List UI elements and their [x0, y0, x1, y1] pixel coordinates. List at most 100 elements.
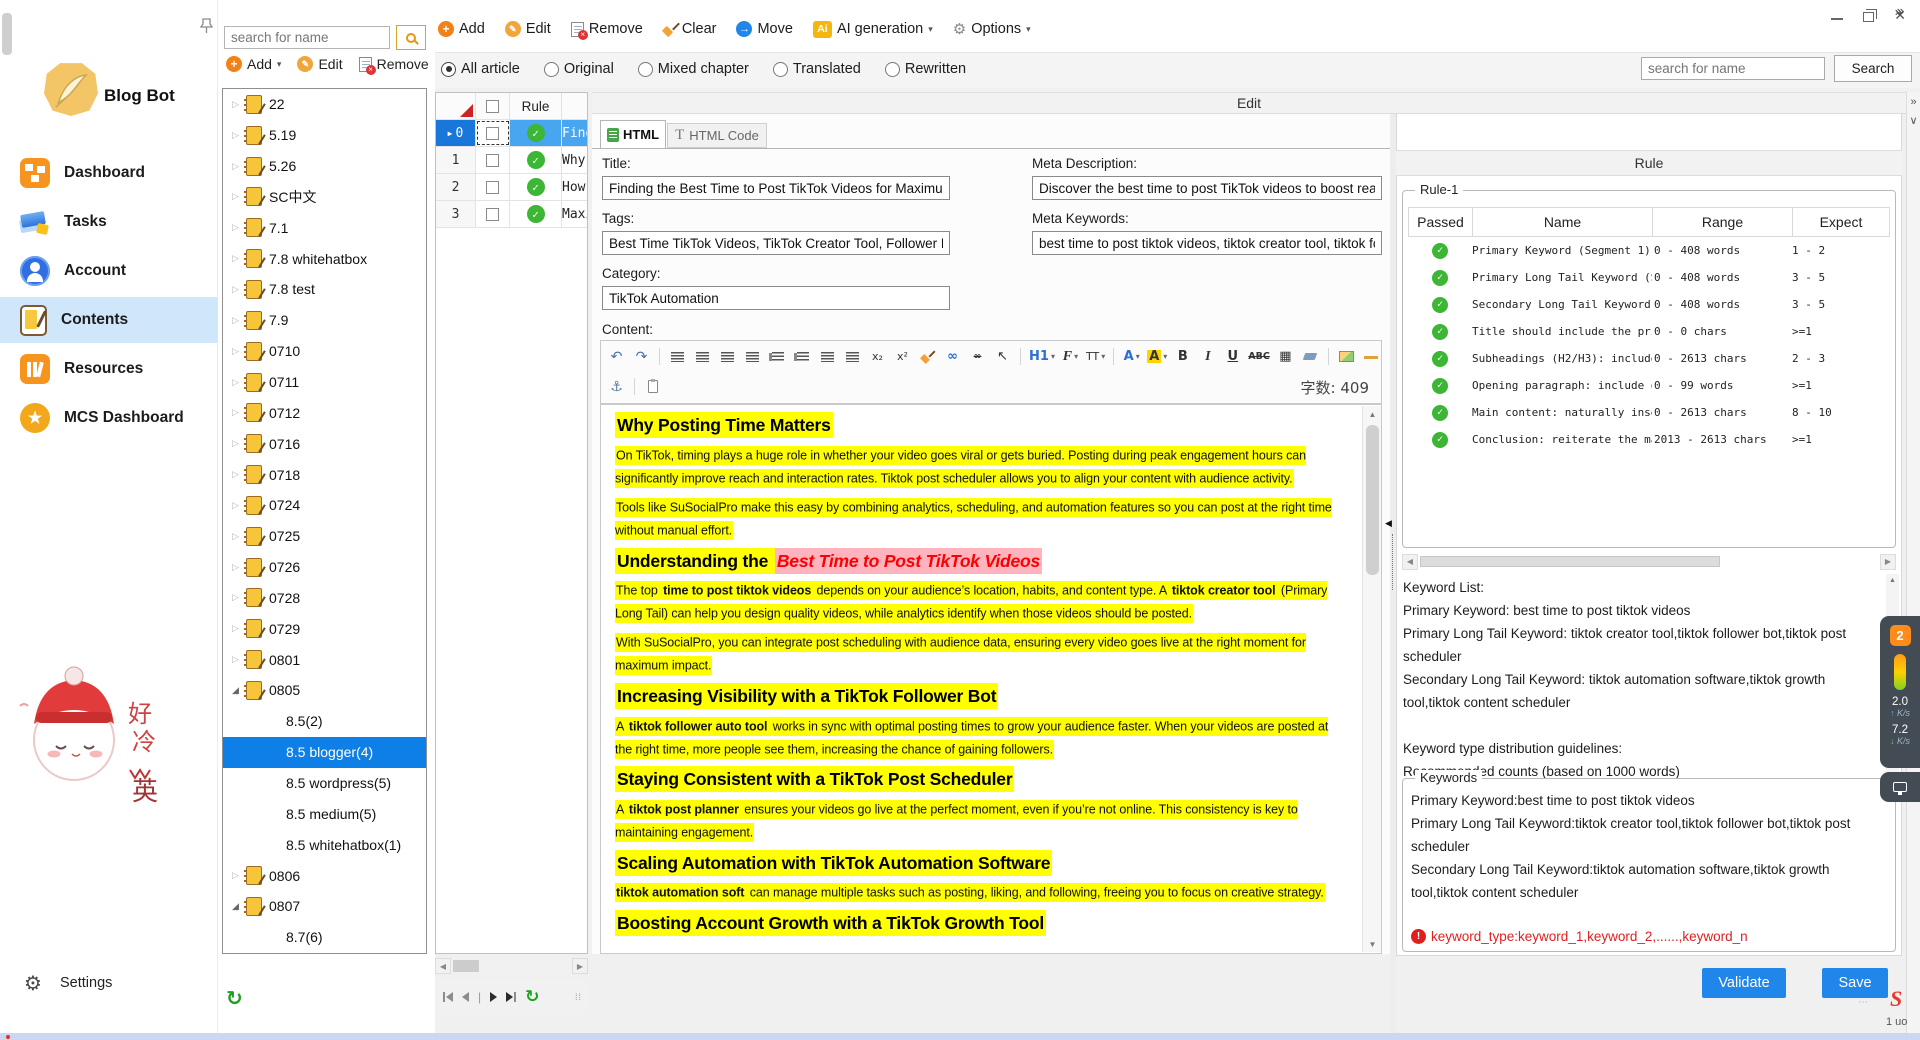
collapse-icon[interactable]: » — [1907, 96, 1920, 108]
options-button[interactable]: ⚙ Options ▾ — [953, 20, 1031, 38]
clear-button[interactable]: Clear — [663, 21, 717, 37]
content-editor[interactable]: Why Posting Time MattersOn TikTok, timin… — [600, 404, 1382, 954]
sidebar-item-tasks[interactable]: Tasks — [0, 199, 218, 245]
expander-icon[interactable]: ▷ — [229, 562, 242, 573]
font-color-button[interactable]: A▾ — [1120, 345, 1143, 368]
sidebar-item-settings[interactable]: ⚙ Settings — [0, 960, 218, 1006]
numbered-list-button[interactable] — [766, 345, 789, 368]
scrollbar-thumb[interactable] — [1366, 425, 1379, 575]
scrollbar-thumb[interactable] — [453, 960, 479, 972]
highlight-color-button[interactable]: A▾ — [1145, 345, 1169, 368]
ai-generation-button[interactable]: Ai AI generation ▾ — [813, 21, 933, 38]
minimize-icon[interactable] — [1831, 18, 1843, 20]
content-scrollbar[interactable]: ▲ ▼ — [1362, 406, 1381, 952]
font-family-button[interactable]: F▾ — [1059, 345, 1082, 368]
clean-format-button[interactable] — [916, 345, 939, 368]
scroll-left-icon[interactable]: ◀ — [435, 958, 451, 974]
select-all-cell[interactable] — [476, 93, 510, 119]
meta-description-input[interactable] — [1032, 176, 1382, 200]
remove-article-button[interactable]: Remove — [571, 21, 643, 37]
undo-button[interactable]: ↶ — [605, 345, 628, 368]
scroll-up-icon[interactable]: ▲ — [1886, 574, 1899, 586]
select-cursor-button[interactable]: ↖ — [991, 345, 1014, 368]
remove-link-button[interactable]: ∞ — [966, 345, 989, 368]
sidebar-item-resources[interactable]: Resources — [0, 346, 218, 392]
rule-row[interactable]: ✓Main content: naturally inser...0 - 261… — [1408, 399, 1890, 426]
checkbox-icon[interactable] — [486, 100, 499, 113]
expander-icon[interactable]: ▷ — [229, 592, 242, 603]
align-left-button[interactable] — [666, 345, 689, 368]
article-search-input[interactable] — [1641, 57, 1825, 80]
align-justify-button[interactable] — [741, 345, 764, 368]
tree-item[interactable]: ▷5.26 — [223, 151, 426, 182]
rule-row[interactable]: ✓Primary Long Tail Keyword (Se...0 - 408… — [1408, 264, 1890, 291]
net-widget-monitor[interactable] — [1880, 772, 1920, 802]
tree-item[interactable]: ▷7.1 — [223, 212, 426, 243]
tree-item[interactable]: ▷0806 — [223, 860, 426, 891]
expander-icon[interactable]: ▷ — [229, 500, 242, 511]
row-checkbox-cell[interactable] — [476, 120, 510, 146]
expander-icon[interactable]: ◢ — [229, 901, 242, 912]
filter-radio-translated[interactable]: Translated — [773, 61, 861, 77]
refresh-icon[interactable]: ↻ — [525, 987, 539, 1007]
row-checkbox-cell[interactable] — [476, 147, 510, 173]
expander-icon[interactable]: ▷ — [229, 222, 242, 233]
last-page-button[interactable] — [506, 992, 516, 1002]
insert-image-button[interactable] — [1335, 345, 1358, 368]
expander-icon[interactable]: ▷ — [229, 377, 242, 388]
save-button[interactable]: Save — [1822, 968, 1888, 998]
tree-item[interactable]: 8.5 medium(5) — [223, 798, 426, 829]
bullet-list-button[interactable] — [791, 345, 814, 368]
expander-icon[interactable]: ▷ — [229, 191, 242, 202]
anchor-button[interactable]: ⚓ — [605, 375, 628, 398]
rule-row[interactable]: ✓Opening paragraph: include on...0 - 99 … — [1408, 372, 1890, 399]
net-speed-widget[interactable]: 2 2.0 ↑ K/s 7.2 ↓ K/s — [1880, 616, 1920, 768]
scrollbar-thumb[interactable] — [2, 13, 12, 55]
align-right-button[interactable] — [716, 345, 739, 368]
tree-item[interactable]: ◢0805 — [223, 675, 426, 706]
sidebar-item-dashboard[interactable]: Dashboard — [0, 150, 218, 196]
tree-item[interactable]: ▷5.19 — [223, 120, 426, 151]
tab-html[interactable]: HTML — [600, 120, 666, 148]
filter-radio-all-article[interactable]: All article — [441, 61, 520, 77]
tree-item[interactable]: ▷0728 — [223, 583, 426, 614]
article-row[interactable]: 2✓How — [436, 174, 587, 201]
paste-button[interactable] — [641, 375, 664, 398]
expander-icon[interactable]: ▷ — [229, 623, 242, 634]
tree-item[interactable]: ▷7.9 — [223, 305, 426, 336]
font-size-button[interactable]: TT▾ — [1084, 345, 1107, 368]
insert-link-button[interactable]: ∞ — [941, 345, 964, 368]
first-page-button[interactable] — [443, 992, 453, 1002]
checkbox-icon[interactable] — [486, 181, 499, 194]
scroll-down-icon[interactable]: ▼ — [1363, 936, 1382, 952]
expander-icon[interactable]: ◢ — [229, 685, 242, 696]
row-checkbox-cell[interactable] — [476, 201, 510, 227]
splitter-grip[interactable] — [1392, 534, 1393, 590]
tree-item[interactable]: ◢0807 — [223, 891, 426, 922]
sidebar-item-account[interactable]: Account — [0, 248, 218, 294]
tree-search-input[interactable] — [224, 26, 390, 49]
rule-row[interactable]: ✓Primary Keyword (Segment 1): ...0 - 408… — [1408, 237, 1890, 264]
title-input[interactable] — [602, 176, 950, 200]
bold-button[interactable]: B — [1171, 345, 1194, 368]
strikethrough-button[interactable]: ABC — [1246, 345, 1272, 368]
move-button[interactable]: → Move — [736, 21, 792, 37]
expander-icon[interactable]: ▷ — [229, 438, 242, 449]
checkbox-icon[interactable] — [486, 127, 499, 140]
rule-collapse-icon[interactable]: » — [1895, 4, 1902, 19]
redo-button[interactable]: ↷ — [630, 345, 653, 368]
tree-item[interactable]: ▷7.8 whitehatbox — [223, 243, 426, 274]
rule-row[interactable]: ✓Subheadings (H2/H3): include ...0 - 261… — [1408, 345, 1890, 372]
expander-icon[interactable]: ▷ — [229, 346, 242, 357]
expander-icon[interactable]: ▷ — [229, 469, 242, 480]
scrollbar-thumb[interactable] — [1420, 556, 1720, 567]
article-row[interactable]: 3✓Maxi — [436, 201, 587, 228]
insert-hr-button[interactable] — [1360, 345, 1383, 368]
expander-icon[interactable]: ▷ — [229, 870, 242, 881]
tab-html-code[interactable]: T HTML Code — [667, 123, 767, 148]
tree-remove-button[interactable]: Remove — [359, 56, 429, 72]
tree-item[interactable]: ▷22 — [223, 89, 426, 120]
rule-row[interactable]: ✓Conclusion: reiterate the mai...2013 - … — [1408, 426, 1890, 453]
indent-button[interactable] — [816, 345, 839, 368]
article-table-hscrollbar[interactable]: ◀ ▶ — [435, 958, 588, 974]
